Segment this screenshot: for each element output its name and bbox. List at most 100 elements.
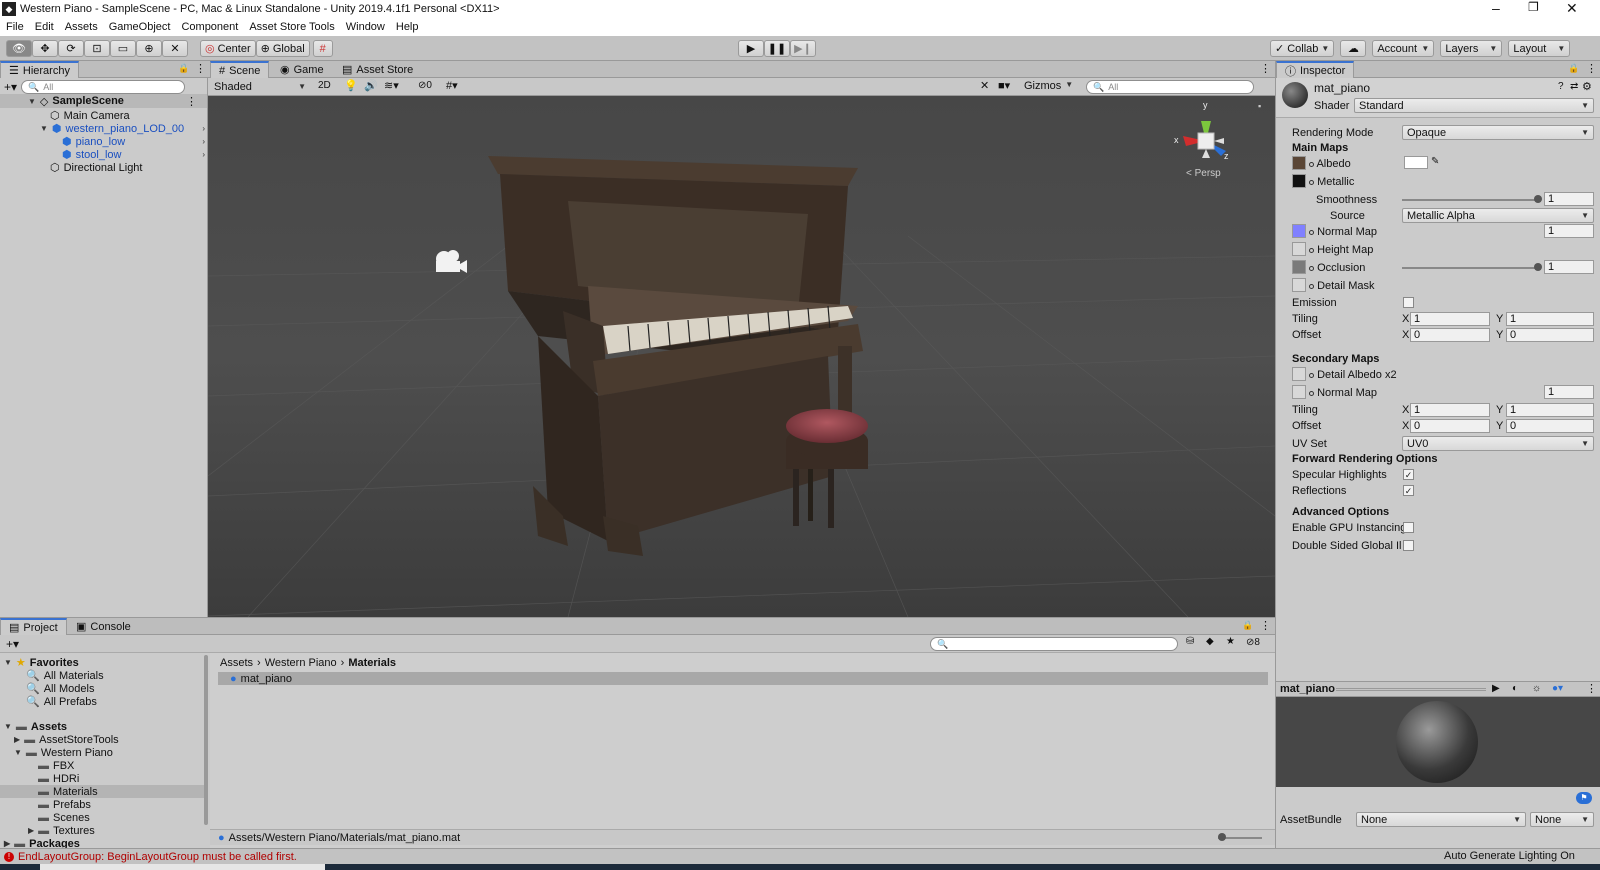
pause-button[interactable]: ❚❚ xyxy=(764,40,790,57)
shading-mode-dropdown[interactable]: Shaded ▼ xyxy=(210,79,310,94)
folder-prefabs[interactable]: ▬ Prefabs xyxy=(38,798,91,811)
favorite-all-materials[interactable]: 🔍 All Materials xyxy=(26,669,104,683)
metallic-texture-slot[interactable] xyxy=(1292,174,1306,188)
menu-gameobject[interactable]: GameObject xyxy=(109,21,171,33)
filter-label-icon[interactable]: ◆ xyxy=(1206,636,1214,647)
hierarchy-search-input[interactable]: 🔍 All xyxy=(21,80,186,94)
hierarchy-item-piano-low[interactable]: ⬢ piano_low › xyxy=(62,135,205,149)
breadcrumb-assets[interactable]: Assets xyxy=(220,657,253,669)
menu-edit[interactable]: Edit xyxy=(35,21,54,33)
smoothness-slider-thumb[interactable] xyxy=(1534,195,1542,203)
smoothness-slider[interactable] xyxy=(1402,199,1538,201)
favorite-all-models[interactable]: 🔍 All Models xyxy=(26,682,94,696)
smoothness-value-field[interactable]: 1 xyxy=(1544,192,1594,206)
rotate-tool-button[interactable]: ⟳ xyxy=(58,40,84,57)
auto-lighting-status[interactable]: Auto Generate Lighting On xyxy=(1444,850,1575,862)
create-button[interactable]: +▾ xyxy=(4,80,17,94)
emission-checkbox[interactable] xyxy=(1403,297,1414,308)
breadcrumb-materials[interactable]: Materials xyxy=(348,657,396,669)
eyedropper-icon[interactable]: ✎ xyxy=(1431,156,1439,167)
lock-icon[interactable]: 🔒 xyxy=(1568,63,1579,74)
projection-label[interactable]: < Persp xyxy=(1186,168,1221,179)
menu-window[interactable]: Window xyxy=(346,21,385,33)
move-tool-button[interactable]: ✥ xyxy=(32,40,58,57)
height-map-texture-slot[interactable] xyxy=(1292,242,1306,256)
lock-icon[interactable]: 🔒 xyxy=(178,63,189,74)
menu-file[interactable]: File xyxy=(6,21,24,33)
view-tool-button[interactable]: 👁 xyxy=(6,40,32,57)
scene-viewport[interactable]: y x z < Persp ▪ xyxy=(208,96,1275,617)
gizmos-dropdown[interactable]: Gizmos ▼ xyxy=(1024,80,1073,92)
folder-asset-store-tools[interactable]: ▶ ▬ AssetStoreTools xyxy=(14,733,119,746)
menu-component[interactable]: Component xyxy=(181,21,238,33)
favorite-all-prefabs[interactable]: 🔍 All Prefabs xyxy=(26,695,97,709)
transform-tool-button[interactable]: ⊕ xyxy=(136,40,162,57)
collab-button[interactable]: ✓ Collab ▼ xyxy=(1270,40,1335,57)
folder-western-piano[interactable]: ▼ ▬ Western Piano xyxy=(14,746,113,759)
double-sided-gi-checkbox[interactable] xyxy=(1403,540,1414,551)
normal-map-texture-slot[interactable] xyxy=(1292,224,1306,238)
occlusion-value-field[interactable]: 1 xyxy=(1544,260,1594,274)
tab-project[interactable]: ▤ Project xyxy=(0,618,67,635)
preview-shape-icon[interactable]: ◐ xyxy=(1512,683,1518,694)
step-button[interactable]: ▶❙ xyxy=(790,40,816,57)
occlusion-slider[interactable] xyxy=(1402,267,1538,269)
audio-toggle-icon[interactable]: 🔊 xyxy=(364,79,378,92)
grid-settings-icon[interactable]: #▾ xyxy=(446,79,458,92)
folder-fbx[interactable]: ▬ FBX xyxy=(38,759,74,772)
asset-label-icon[interactable]: ⚑ xyxy=(1576,792,1592,804)
scene-row[interactable]: ▼ ◇ SampleScene ⋮ xyxy=(0,94,207,108)
secondary-tiling-x-field[interactable]: 1 xyxy=(1410,403,1490,417)
gpu-instancing-checkbox[interactable] xyxy=(1403,522,1414,533)
panel-menu-icon[interactable]: ⋮ xyxy=(1586,62,1597,75)
preview-sphere-icon[interactable]: ●▾ xyxy=(1552,683,1563,694)
normal-map-scale-field[interactable]: 1 xyxy=(1544,224,1594,238)
scene-search-input[interactable]: 🔍 All xyxy=(1086,80,1254,94)
secondary-normal-scale-field[interactable]: 1 xyxy=(1544,385,1594,399)
albedo-color-field[interactable] xyxy=(1404,156,1428,169)
camera-dropdown-icon[interactable]: ■▾ xyxy=(998,79,1010,92)
tab-asset-store[interactable]: ▤ Asset Store xyxy=(334,61,421,78)
preview-light-icon[interactable]: ☼ xyxy=(1532,683,1541,694)
rect-tool-button[interactable]: ▭ xyxy=(110,40,136,57)
preview-drag-handle[interactable] xyxy=(1336,688,1486,691)
file-mat-piano[interactable]: ● mat_piano xyxy=(218,672,1268,685)
shader-dropdown[interactable]: Standard ▼ xyxy=(1354,98,1594,113)
custom-tool-button[interactable]: ✕ xyxy=(162,40,188,57)
tree-scrollbar[interactable] xyxy=(204,655,208,825)
hidden-objects-toggle[interactable]: ⊘0 xyxy=(418,80,432,91)
tab-game[interactable]: ◉ Game xyxy=(272,61,332,78)
rendering-mode-dropdown[interactable]: Opaque ▼ xyxy=(1402,125,1594,140)
pivot-center-button[interactable]: ◎ Center xyxy=(200,40,256,57)
secondary-tiling-y-field[interactable]: 1 xyxy=(1506,403,1594,417)
favorites-row[interactable]: ▼ ★ Favorites xyxy=(4,656,79,670)
menu-assets[interactable]: Assets xyxy=(65,21,98,33)
asset-bundle-dropdown[interactable]: None ▼ xyxy=(1356,812,1526,827)
pivot-global-button[interactable]: ⊕ Global xyxy=(255,40,310,57)
tiling-y-field[interactable]: 1 xyxy=(1506,312,1594,326)
viewport-lock-icon[interactable]: ▪ xyxy=(1258,101,1261,111)
reflections-checkbox[interactable]: ✓ xyxy=(1403,485,1414,496)
tab-console[interactable]: ▣ Console xyxy=(68,618,139,635)
folder-scenes[interactable]: ▬ Scenes xyxy=(38,811,90,824)
preview-play-icon[interactable]: ▶ xyxy=(1492,683,1500,694)
preview-menu-icon[interactable]: ⋮ xyxy=(1586,682,1597,695)
tiling-x-field[interactable]: 1 xyxy=(1410,312,1490,326)
layout-dropdown[interactable]: Layout ▼ xyxy=(1508,40,1571,57)
folder-hdri[interactable]: ▬ HDRi xyxy=(38,772,79,785)
breadcrumb-western-piano[interactable]: Western Piano xyxy=(265,657,337,669)
grid-snap-button[interactable]: # xyxy=(312,40,333,57)
scene-menu-icon[interactable]: ⋮ xyxy=(186,95,197,108)
cloud-button[interactable]: ☁ xyxy=(1340,40,1367,57)
tab-scene[interactable]: # Scene xyxy=(210,61,270,78)
hidden-packages-toggle[interactable]: ⊘8 xyxy=(1246,637,1260,648)
minimize-button[interactable]: – xyxy=(1492,0,1500,16)
expand-arrow-icon[interactable]: ▼ xyxy=(28,97,36,106)
asset-bundle-variant-dropdown[interactable]: None ▼ xyxy=(1530,812,1594,827)
albedo-texture-slot[interactable] xyxy=(1292,156,1306,170)
secondary-normal-map-texture-slot[interactable] xyxy=(1292,385,1306,399)
layers-dropdown[interactable]: Layers ▼ xyxy=(1440,40,1503,57)
account-dropdown[interactable]: Account ▼ xyxy=(1372,40,1435,57)
scale-tool-button[interactable]: ⊡ xyxy=(84,40,110,57)
create-button[interactable]: +▾ xyxy=(6,637,19,651)
